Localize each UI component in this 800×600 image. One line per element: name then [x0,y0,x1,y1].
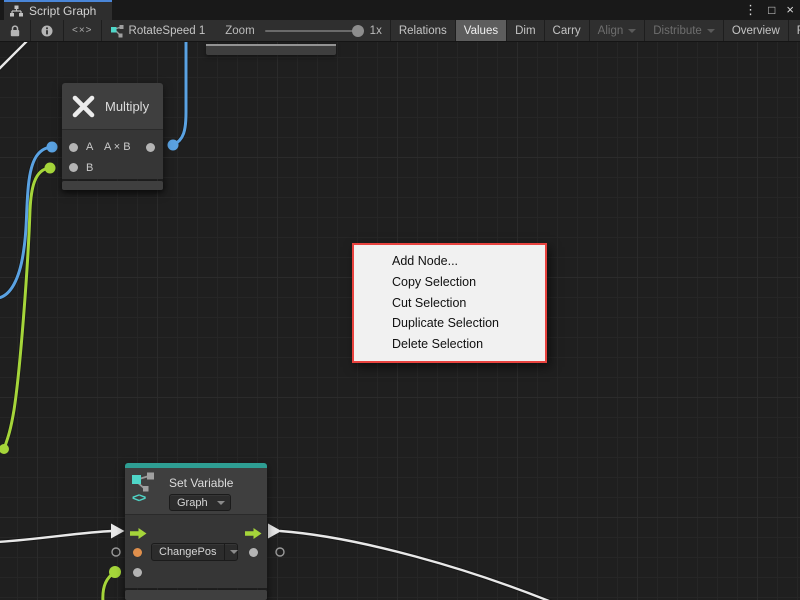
overview-button[interactable]: Overview [724,20,788,41]
distribute-dropdown-button[interactable]: Distribute [645,20,723,41]
chevron-down-icon [224,544,243,560]
wire-blue-output [173,42,186,145]
script-graph-asset-icon [110,24,124,38]
variable-kind-dropdown[interactable]: Graph [169,494,231,511]
graph-reference-label: RotateSpeed 1 [129,25,206,37]
menu-item-add-node[interactable]: Add Node... [354,251,545,272]
port-output-value[interactable] [249,548,258,557]
set-variable-node[interactable]: <> Set Variable Graph ChangePos [125,463,267,600]
relations-button-label: Relations [399,25,447,37]
wire-white-flow-in [0,531,112,542]
tab-bar: Script Graph ⋮ □ × [0,0,800,20]
zoom-slider-handle[interactable] [352,25,364,37]
flow-arrowhead-in [111,524,125,539]
port-input-a[interactable] [69,143,78,152]
zoom-slider[interactable] [265,30,361,32]
port-variable-name[interactable] [133,548,142,557]
variable-name-dropdown[interactable]: ChangePos [151,543,238,561]
flow-output-arrow-icon[interactable] [245,526,262,544]
empty-port-circle-left [112,548,120,556]
graph-hierarchy-icon [10,5,23,17]
wire-endpoint-blue-a [47,142,58,153]
wire-endpoint-green-left [0,444,9,454]
values-button-label: Values [464,25,498,37]
wire-endpoint-blue-out [168,140,179,151]
dim-button[interactable]: Dim [507,20,543,41]
window-controls: ⋮ □ × [744,0,794,20]
window-menu-icon[interactable]: ⋮ [744,0,757,20]
flow-arrowhead-out [268,524,282,539]
port-input-value[interactable] [133,568,142,577]
port-label-axb: A × B [104,142,131,153]
menu-item-copy-selection[interactable]: Copy Selection [354,272,545,293]
zoom-level-value: 1x [370,25,382,37]
tab-script-graph[interactable]: Script Graph [4,0,112,20]
dim-button-label: Dim [515,25,535,37]
multiply-node[interactable]: Multiply A A × B B [62,83,163,190]
port-label-a: A [86,142,93,153]
menu-item-cut-selection[interactable]: Cut Selection [354,293,545,314]
carry-button-label: Carry [553,25,581,37]
empty-port-circle-right [276,548,284,556]
lock-button[interactable] [0,20,30,41]
variable-name-value: ChangePos [152,546,224,558]
wire-green-input-b [4,168,50,449]
set-variable-header[interactable]: <> Set Variable Graph [125,468,267,515]
graph-toolbar: <×> RotateSpeed 1 Zoom 1x Relations [0,20,800,42]
relations-button[interactable]: Relations [391,20,455,41]
multiply-node-title: Multiply [105,99,149,114]
graph-reference-breadcrumb[interactable]: RotateSpeed 1 [102,20,214,41]
graph-canvas[interactable]: Multiply A A × B B [0,42,800,600]
multiply-node-body[interactable]: A A × B B [62,130,163,179]
wire-white-flow-out [280,531,554,600]
context-menu: Add Node... Copy Selection Cut Selection… [352,243,547,363]
set-variable-title: Set Variable [169,476,233,490]
wire-blue-input-a [0,147,52,298]
close-icon[interactable]: × [786,0,794,20]
port-output-axb[interactable] [146,143,155,152]
code-icon: <×> [72,25,93,36]
set-variable-body[interactable]: ChangePos [125,515,267,588]
port-input-b[interactable] [69,163,78,172]
multiply-icon [71,94,96,119]
chevron-down-icon [628,29,636,33]
code-brackets-icon: <> [132,490,145,505]
flow-input-arrow-icon[interactable] [130,526,147,544]
align-dropdown-button[interactable]: Align [590,20,645,41]
maximize-icon[interactable]: □ [768,0,775,20]
align-button-label: Align [598,25,624,37]
carry-button[interactable]: Carry [545,20,589,41]
lock-icon [10,25,20,37]
menu-item-delete-selection[interactable]: Delete Selection [354,334,545,355]
distribute-button-label: Distribute [653,25,702,37]
info-button[interactable] [31,20,63,41]
code-view-button[interactable]: <×> [64,20,101,41]
wire-endpoint-green-setvar [109,566,121,578]
zoom-control: Zoom 1x [225,20,390,41]
info-icon [41,25,53,37]
tab-title: Script Graph [29,4,96,18]
values-button[interactable]: Values [456,20,506,41]
multiply-node-footer [62,181,163,190]
script-graph-window: Script Graph ⋮ □ × [0,0,800,600]
menu-item-duplicate-selection[interactable]: Duplicate Selection [354,313,545,334]
full-screen-button[interactable]: Full Screen [789,20,800,41]
variable-graph-icon [131,472,157,492]
wire-green-bottom [103,573,114,600]
partial-node-footer[interactable] [206,44,336,55]
variable-kind-value: Graph [170,497,212,509]
overview-button-label: Overview [732,25,780,37]
wire-endpoint-green-b [45,163,56,174]
chevron-down-icon [707,29,715,33]
set-variable-footer [125,590,267,600]
multiply-node-header[interactable]: Multiply [62,83,163,130]
chevron-down-icon [212,495,230,510]
wire-white-topleft [0,42,28,70]
port-label-b: B [86,163,93,174]
zoom-label: Zoom [225,25,254,37]
